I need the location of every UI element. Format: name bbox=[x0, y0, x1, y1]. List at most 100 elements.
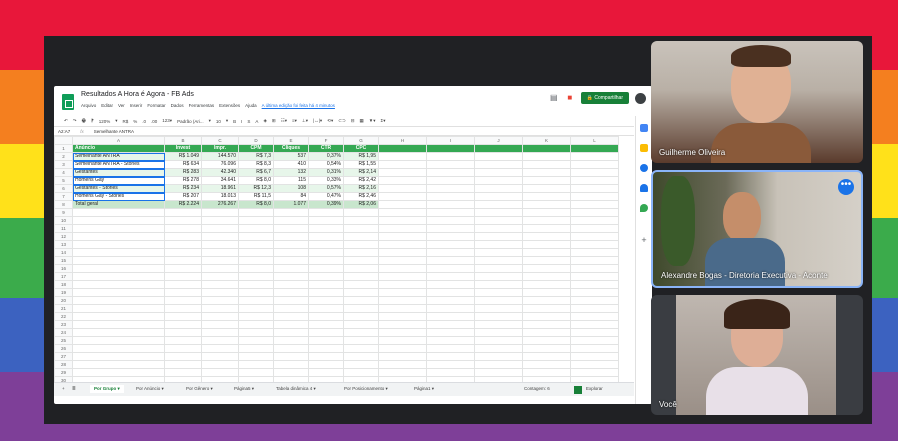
cell[interactable] bbox=[378, 168, 427, 177]
cell[interactable] bbox=[201, 336, 239, 345]
cell[interactable] bbox=[474, 344, 523, 353]
cell[interactable] bbox=[343, 336, 379, 345]
cell[interactable] bbox=[426, 312, 475, 321]
cell[interactable]: R$ 2,16 bbox=[343, 184, 379, 193]
cell[interactable] bbox=[570, 200, 619, 209]
cell[interactable] bbox=[343, 296, 379, 305]
column-header[interactable]: G bbox=[343, 136, 379, 145]
cell[interactable]: 0,31% bbox=[308, 168, 344, 177]
cell[interactable] bbox=[570, 192, 619, 201]
cell[interactable] bbox=[426, 208, 475, 217]
cell[interactable] bbox=[426, 184, 475, 193]
cell[interactable] bbox=[164, 368, 202, 377]
contacts-icon[interactable] bbox=[640, 184, 648, 192]
cell[interactable] bbox=[273, 224, 309, 233]
cell[interactable] bbox=[238, 248, 274, 257]
row-header[interactable]: 23 bbox=[54, 320, 73, 329]
cell[interactable] bbox=[164, 296, 202, 305]
cell[interactable]: R$ 2,42 bbox=[343, 176, 379, 185]
toolbar-button[interactable]: % bbox=[133, 119, 137, 124]
row-header[interactable]: 12 bbox=[54, 232, 73, 241]
toolbar-button[interactable]: ▾ bbox=[226, 118, 228, 124]
cell[interactable] bbox=[273, 240, 309, 249]
cell[interactable] bbox=[378, 216, 427, 225]
cell[interactable]: 42.340 bbox=[201, 168, 239, 177]
cell[interactable] bbox=[273, 208, 309, 217]
toolbar-button[interactable]: 123▾ bbox=[162, 118, 172, 124]
cell[interactable] bbox=[343, 352, 379, 361]
cell[interactable] bbox=[570, 336, 619, 345]
cell[interactable] bbox=[238, 344, 274, 353]
cell[interactable] bbox=[378, 208, 427, 217]
cell[interactable]: Cliques bbox=[273, 144, 309, 153]
cell[interactable] bbox=[273, 360, 309, 369]
cell[interactable] bbox=[522, 224, 571, 233]
cell[interactable] bbox=[201, 272, 239, 281]
explore-label[interactable]: Explorar bbox=[586, 386, 603, 391]
toolbar-button[interactable]: |↔|▾ bbox=[313, 118, 322, 124]
cell[interactable] bbox=[238, 320, 274, 329]
column-header[interactable]: K bbox=[522, 136, 571, 145]
cell[interactable] bbox=[201, 248, 239, 257]
row-header[interactable]: 3 bbox=[54, 160, 73, 169]
cell[interactable] bbox=[201, 304, 239, 313]
cell[interactable] bbox=[426, 176, 475, 185]
cell[interactable] bbox=[164, 280, 202, 289]
cell[interactable] bbox=[378, 328, 427, 337]
cell[interactable] bbox=[378, 304, 427, 313]
toolbar-button[interactable]: ⊟ bbox=[351, 118, 355, 124]
cell[interactable] bbox=[72, 344, 165, 353]
cell[interactable] bbox=[308, 264, 344, 273]
cell[interactable] bbox=[273, 272, 309, 281]
cell[interactable] bbox=[72, 360, 165, 369]
cell[interactable] bbox=[522, 160, 571, 169]
cell[interactable] bbox=[426, 336, 475, 345]
cell[interactable] bbox=[570, 216, 619, 225]
column-header[interactable]: F bbox=[308, 136, 344, 145]
cell[interactable]: R$ 278 bbox=[164, 176, 202, 185]
cell[interactable] bbox=[308, 336, 344, 345]
cell[interactable] bbox=[308, 272, 344, 281]
cell[interactable]: 0,39% bbox=[308, 200, 344, 209]
cell[interactable] bbox=[308, 352, 344, 361]
cell[interactable] bbox=[474, 168, 523, 177]
cell[interactable] bbox=[522, 168, 571, 177]
cell[interactable]: Total geral bbox=[72, 200, 165, 209]
cell[interactable] bbox=[164, 224, 202, 233]
cell[interactable] bbox=[570, 160, 619, 169]
cell[interactable] bbox=[238, 232, 274, 241]
cell[interactable]: R$ 1,55 bbox=[343, 160, 379, 169]
sheet-tab[interactable]: Página1 ▾ bbox=[414, 386, 434, 392]
cell[interactable] bbox=[164, 272, 202, 281]
row-header[interactable]: 10 bbox=[54, 216, 73, 225]
cell[interactable] bbox=[378, 264, 427, 273]
cell[interactable] bbox=[201, 216, 239, 225]
cell[interactable] bbox=[474, 248, 523, 257]
add-addon-icon[interactable]: + bbox=[640, 236, 648, 245]
cell[interactable] bbox=[474, 328, 523, 337]
cell[interactable] bbox=[426, 224, 475, 233]
cell[interactable] bbox=[72, 248, 165, 257]
cell[interactable] bbox=[522, 304, 571, 313]
cell[interactable] bbox=[343, 328, 379, 337]
cell[interactable] bbox=[72, 328, 165, 337]
cell[interactable] bbox=[570, 152, 619, 161]
cell[interactable] bbox=[426, 368, 475, 377]
cell[interactable] bbox=[426, 288, 475, 297]
cell[interactable] bbox=[201, 312, 239, 321]
cell[interactable] bbox=[343, 208, 379, 217]
cell[interactable] bbox=[238, 272, 274, 281]
cell[interactable] bbox=[570, 344, 619, 353]
menu-item[interactable]: Ajuda bbox=[245, 103, 257, 108]
cell[interactable] bbox=[164, 208, 202, 217]
cell[interactable] bbox=[522, 240, 571, 249]
toolbar-button[interactable]: .00 bbox=[151, 119, 157, 124]
cell[interactable] bbox=[201, 344, 239, 353]
cell[interactable] bbox=[72, 272, 165, 281]
cell[interactable]: 276.267 bbox=[201, 200, 239, 209]
cell[interactable] bbox=[164, 328, 202, 337]
cell[interactable] bbox=[273, 352, 309, 361]
share-button[interactable]: 🔒 Compartilhar bbox=[580, 92, 629, 104]
cell[interactable]: 410 bbox=[273, 160, 309, 169]
cell[interactable] bbox=[238, 328, 274, 337]
